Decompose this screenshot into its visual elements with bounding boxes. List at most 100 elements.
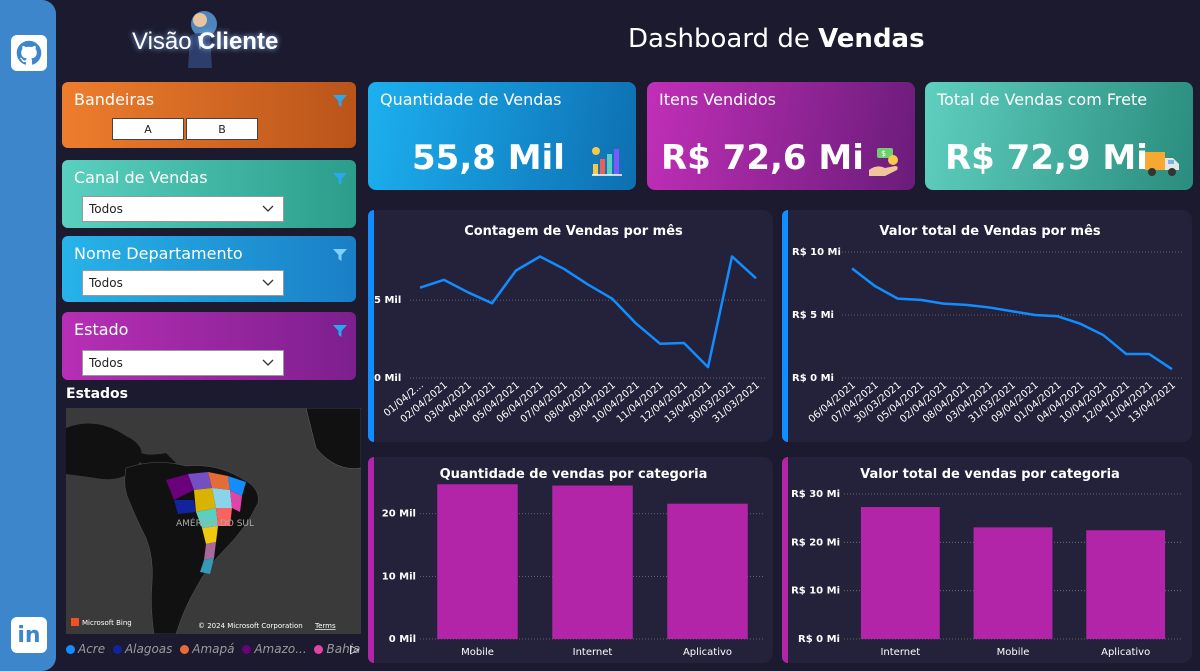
legend-label: Amapá: [192, 642, 235, 656]
map-copyright: © 2024 Microsoft Corporation: [198, 622, 303, 630]
chart-title: Quantidade de vendas por categoria: [440, 467, 708, 482]
bar: [437, 484, 518, 639]
kpi-value: R$ 72,9 Mi: [945, 138, 1148, 178]
estado-dropdown-value: Todos: [89, 356, 123, 370]
github-icon[interactable]: [11, 35, 47, 71]
legend-next-arrow-icon[interactable]: ▷: [350, 642, 359, 656]
y-tick-label: 0 Mil: [389, 634, 416, 645]
legend-label: Amazo...: [254, 642, 307, 656]
departamento-dropdown[interactable]: Todos: [82, 270, 284, 296]
canal-dropdown[interactable]: Todos: [82, 196, 284, 222]
map-legend: Acre Alagoas Amapá Amazo... Bahia ▷: [66, 642, 366, 660]
linkedin-text: in: [17, 622, 41, 648]
slicer-bandeiras-label: Bandeiras: [74, 90, 155, 109]
logo-text-bold: Cliente: [198, 28, 279, 55]
logo-text-light: Visão: [132, 28, 192, 55]
x-tick-label: Aplicativo: [683, 647, 732, 658]
y-tick-label: 10 Mil: [382, 571, 416, 582]
chart-quantidade-categoria: Quantidade de vendas por categoria 0 Mil 1…: [368, 457, 773, 663]
legend-item-alagoas: Alagoas: [112, 642, 173, 656]
departamento-dropdown-value: Todos: [89, 276, 123, 290]
page-title-light: Dashboard de: [628, 24, 810, 54]
chevron-down-icon: [262, 205, 274, 212]
legend-dot: [242, 644, 252, 654]
chart-title: Contagem de Vendas por mês: [464, 224, 683, 239]
slicer-bandeiras: Bandeiras A B: [62, 82, 356, 148]
x-tick-label: Aplicativo: [1101, 647, 1150, 658]
chevron-down-icon: [262, 359, 274, 366]
y-tick-label: R$ 10 Mi: [791, 586, 840, 597]
kpi-label: Quantidade de Vendas: [380, 90, 562, 109]
legend-label: Acre: [78, 642, 106, 656]
map-title: Estados: [66, 386, 129, 402]
slicer-estado: Estado Todos: [62, 312, 356, 380]
slicer-departamento-label: Nome Departamento: [74, 244, 243, 263]
logo-text: Visão Cliente: [132, 28, 278, 56]
y-tick-label: R$ 0 Mi: [798, 634, 840, 645]
sidebar: in: [0, 0, 56, 671]
filter-icon[interactable]: [332, 94, 348, 108]
legend-item-amazonas: Amazo...: [242, 642, 307, 656]
filter-icon[interactable]: [332, 248, 348, 262]
bar: [973, 527, 1053, 639]
bandeira-option-b[interactable]: B: [186, 118, 258, 140]
bing-logo: Microsoft Bing: [82, 619, 132, 627]
svg-text:$: $: [881, 149, 886, 158]
y-tick-label: R$ 30 Mi: [791, 489, 840, 500]
bandeira-option-a[interactable]: A: [112, 118, 184, 140]
chart-valor-categoria: Valor total de vendas por categoria R$ 0 …: [782, 457, 1192, 663]
legend-dot: [66, 644, 75, 654]
x-tick-label: Mobile: [461, 647, 494, 658]
truck-icon: [1145, 152, 1179, 176]
legend-dot: [112, 644, 122, 654]
map-region-label: AMÉRICA DO SUL: [176, 517, 254, 529]
line-chart-contagem: Contagem de Vendas por mês0 Mil5 Mil01/0…: [374, 224, 766, 425]
series-line: [419, 255, 757, 369]
page-title-bold: Vendas: [818, 24, 925, 54]
logo: Visão Cliente: [132, 6, 292, 70]
y-tick-label: R$ 5 Mi: [792, 310, 834, 321]
kpi-value: 55,8 Mil: [412, 138, 565, 178]
chart-contagem-vendas-mes: Contagem de Vendas por mês 0 Mil 5 Mil 01/0…: [368, 210, 773, 442]
kpi-value: R$ 72,6 Mi: [661, 138, 864, 178]
bar-chart-icon: [592, 147, 622, 176]
series-line: [851, 267, 1173, 371]
map-canvas: AMÉRICA DO SUL Microsoft Bing © 2024 Mic…: [66, 408, 361, 634]
y-tick-label: R$ 10 Mi: [792, 247, 841, 258]
bar: [1086, 530, 1166, 639]
chart-valor-total-mes: Valor total de Vendas por mês R$ 0 Mi R$ 5…: [782, 210, 1192, 442]
page-title: Dashboard de Vendas: [628, 24, 925, 54]
states-map[interactable]: AMÉRICA DO SUL Microsoft Bing © 2024 Mic…: [66, 408, 361, 634]
bar-chart-quantidade: Quantidade de vendas por categoria 0 Mil 1…: [382, 467, 765, 658]
filter-icon[interactable]: [332, 324, 348, 338]
chart-title: Valor total de vendas por categoria: [860, 467, 1120, 482]
map-terms-link[interactable]: Terms: [314, 622, 336, 630]
chart-title: Valor total de Vendas por mês: [879, 224, 1101, 239]
chevron-down-icon: [262, 279, 274, 286]
kpi-label: Total de Vendas com Frete: [937, 90, 1148, 109]
y-tick-label: 0 Mil: [374, 373, 401, 384]
kpi-label: Itens Vendidos: [659, 90, 776, 109]
legend-label: Alagoas: [124, 642, 173, 656]
y-tick-label: 20 Mil: [382, 509, 416, 520]
canal-dropdown-value: Todos: [89, 202, 123, 216]
bar: [860, 507, 940, 639]
bar: [552, 485, 633, 639]
bar: [667, 503, 748, 639]
y-tick-label: R$ 0 Mi: [792, 373, 834, 384]
kpi-total-frete: Total de Vendas com Frete R$ 72,9 Mi: [925, 82, 1193, 190]
legend-item-acre: Acre: [66, 642, 105, 656]
legend-dot: [314, 644, 324, 654]
slicer-canal-label: Canal de Vendas: [74, 168, 208, 187]
slicer-canal-vendas: Canal de Vendas Todos: [62, 160, 356, 228]
y-tick-label: R$ 20 Mi: [791, 537, 840, 548]
filter-icon[interactable]: [332, 172, 348, 186]
bar-chart-valor: Valor total de vendas por categoria R$ 0 …: [791, 467, 1182, 658]
slicer-estado-label: Estado: [74, 320, 129, 339]
x-tick-label: Internet: [880, 647, 920, 658]
linkedin-icon[interactable]: in: [11, 617, 47, 653]
x-tick-label: Internet: [573, 647, 613, 658]
y-tick-label: 5 Mil: [374, 295, 401, 306]
money-hand-icon: $: [869, 148, 898, 176]
estado-dropdown[interactable]: Todos: [82, 350, 284, 376]
